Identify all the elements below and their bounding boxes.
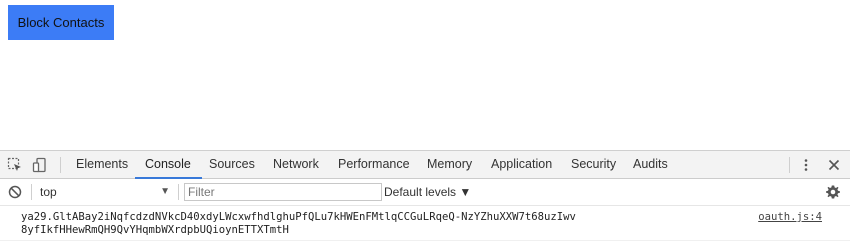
dropdown-arrow-icon: ▼ (160, 186, 170, 197)
tab-elements[interactable]: Elements (76, 151, 128, 178)
context-value: top (40, 185, 57, 199)
filter-input[interactable] (184, 183, 382, 201)
tab-performance[interactable]: Performance (338, 151, 410, 178)
toolbar-divider (789, 157, 790, 173)
block-contacts-button[interactable]: Block Contacts (8, 5, 114, 40)
device-toolbar-icon[interactable] (32, 157, 48, 173)
tab-application[interactable]: Application (491, 151, 552, 178)
console-source-link[interactable]: oauth.js:4 (758, 211, 822, 224)
console-message: ya29.GltABay2iNqfcdzdNVkcD40xdyLWcxwfhdl… (0, 206, 850, 241)
gear-icon[interactable] (825, 184, 841, 200)
console-message-text: ya29.GltABay2iNqfcdzdNVkcD40xdyLWcxwfhdl… (21, 211, 576, 236)
kebab-menu-icon[interactable] (798, 157, 814, 173)
toolbar-divider (178, 184, 179, 200)
toolbar-divider (60, 157, 61, 173)
tab-sources[interactable]: Sources (209, 151, 255, 178)
default-levels-dropdown[interactable]: Default levels ▼ (384, 183, 471, 201)
clear-console-icon[interactable] (7, 184, 23, 200)
context-selector[interactable]: top ▼ (40, 183, 174, 201)
close-icon[interactable] (826, 157, 842, 173)
page-viewport: Block Contacts (0, 0, 850, 150)
console-filter-bar: top ▼ Default levels ▼ (0, 179, 850, 206)
tab-memory[interactable]: Memory (427, 151, 472, 178)
devtools-tabbar: Elements Console Sources Network Perform… (0, 151, 850, 179)
tab-audits[interactable]: Audits (633, 151, 668, 178)
toolbar-divider (31, 184, 32, 200)
tab-console[interactable]: Console (135, 151, 202, 179)
tab-network[interactable]: Network (273, 151, 319, 178)
devtools-panel: Elements Console Sources Network Perform… (0, 150, 850, 242)
inspect-element-icon[interactable] (7, 157, 23, 173)
tab-security[interactable]: Security (571, 151, 616, 178)
